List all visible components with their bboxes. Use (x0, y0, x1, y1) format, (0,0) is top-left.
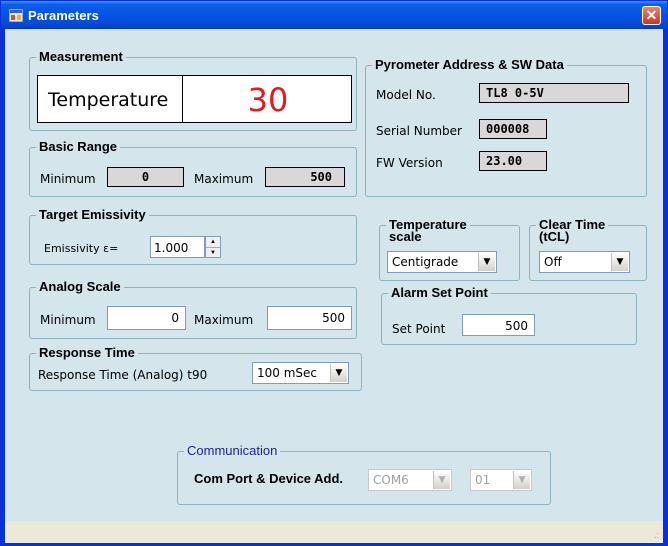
com-port-label: Com Port & Device Add. (194, 471, 344, 486)
measurement-value-box: 30 (182, 75, 352, 123)
window-title: Parameters (28, 8, 99, 23)
response-time-group: Response Time Response Time (Analog) t90… (29, 345, 362, 391)
clear-time-legend: Clear Time (tCL) (536, 218, 609, 244)
fw-label: FW Version (376, 156, 443, 170)
device-address-select[interactable]: 01 ▼ (470, 469, 532, 491)
basic-range-legend: Basic Range (36, 139, 121, 154)
measurement-legend: Measurement (36, 49, 126, 64)
analog-max-input[interactable]: 500 (267, 306, 352, 330)
client-area: Measurement Temperature 30 Basic Range M… (5, 29, 663, 521)
temperature-scale-select[interactable]: Centigrade ▼ (387, 251, 497, 273)
response-time-select[interactable]: 100 mSec ▼ (252, 362, 349, 384)
analog-min-input[interactable]: 0 (107, 306, 186, 330)
analog-scale-group: Analog Scale Minimum 0 Maximum 500 (29, 279, 357, 339)
response-time-legend: Response Time (36, 345, 138, 360)
com-port-select[interactable]: COM6 ▼ (368, 469, 452, 491)
fw-value: 23.00 (479, 151, 547, 171)
communication-group: Communication Com Port & Device Add. COM… (177, 443, 551, 505)
alarm-legend: Alarm Set Point (388, 285, 491, 300)
title-bar[interactable]: Parameters ✕ (1, 1, 667, 29)
serial-value: 000008 (479, 119, 547, 139)
chevron-down-icon[interactable]: ▼ (433, 471, 450, 489)
chevron-down-icon[interactable]: ▼ (478, 253, 495, 271)
chevron-down-icon[interactable]: ▼ (611, 253, 628, 271)
pyrometer-legend: Pyrometer Address & SW Data (372, 57, 567, 72)
temperature-scale-legend: Temperature scale (386, 218, 470, 244)
basic-range-group: Basic Range Minimum 0 Maximum 500 (29, 139, 357, 197)
set-point-input[interactable]: 500 (462, 314, 535, 336)
temperature-scale-value: Centigrade (392, 255, 459, 269)
alarm-group: Alarm Set Point Set Point 500 (381, 285, 637, 345)
com-port-value: COM6 (373, 473, 409, 487)
close-icon: ✕ (645, 7, 658, 23)
basic-min-value: 0 (107, 167, 184, 187)
spin-up-icon[interactable]: ▲ (206, 237, 220, 248)
emissivity-legend: Target Emissivity (36, 207, 149, 222)
analog-min-label: Minimum (40, 313, 96, 327)
status-bar: .: (5, 521, 663, 543)
analog-scale-legend: Analog Scale (36, 279, 124, 294)
communication-legend: Communication (184, 443, 281, 458)
response-time-value: 100 mSec (257, 366, 318, 380)
measurement-label: Temperature (48, 89, 169, 111)
spin-down-icon[interactable]: ▼ (206, 248, 220, 258)
emissivity-group: Target Emissivity Emissivity ε= 1.000 ▲ … (29, 207, 357, 265)
chevron-down-icon[interactable]: ▼ (330, 364, 347, 382)
clear-time-select[interactable]: Off ▼ (539, 251, 630, 273)
measurement-group: Measurement Temperature 30 (29, 49, 357, 131)
measurement-value: 30 (247, 81, 289, 119)
resize-grip-icon[interactable]: .: (654, 530, 659, 540)
measurement-label-box: Temperature (37, 75, 183, 123)
parameters-window: Parameters ✕ Measurement Temperature 30 … (0, 0, 668, 546)
emissivity-label: Emissivity ε= (44, 242, 119, 255)
basic-min-label: Minimum (40, 172, 96, 186)
response-time-label: Response Time (Analog) t90 (38, 368, 208, 382)
basic-max-label: Maximum (194, 172, 254, 186)
clear-time-value: Off (544, 255, 562, 269)
analog-max-label: Maximum (194, 313, 254, 327)
serial-label: Serial Number (376, 124, 462, 138)
device-address-value: 01 (475, 473, 491, 487)
chevron-down-icon[interactable]: ▼ (513, 471, 530, 489)
clear-time-group: Clear Time (tCL) Off ▼ (529, 218, 647, 281)
basic-max-value: 500 (265, 167, 345, 187)
clear-time-legend-line2: (tCL) (539, 229, 570, 244)
app-window-icon (9, 9, 23, 22)
temperature-scale-legend-line2: scale (389, 229, 422, 244)
model-value: TL8 0-5V (479, 83, 629, 103)
set-point-label: Set Point (392, 322, 446, 336)
emissivity-input[interactable]: 1.000 (150, 236, 205, 258)
temperature-scale-group: Temperature scale Centigrade ▼ (379, 218, 520, 281)
close-button[interactable]: ✕ (642, 6, 661, 25)
emissivity-spinner[interactable]: ▲ ▼ (205, 236, 221, 258)
model-label: Model No. (376, 88, 436, 102)
pyrometer-group: Pyrometer Address & SW Data Model No. TL… (365, 57, 647, 197)
